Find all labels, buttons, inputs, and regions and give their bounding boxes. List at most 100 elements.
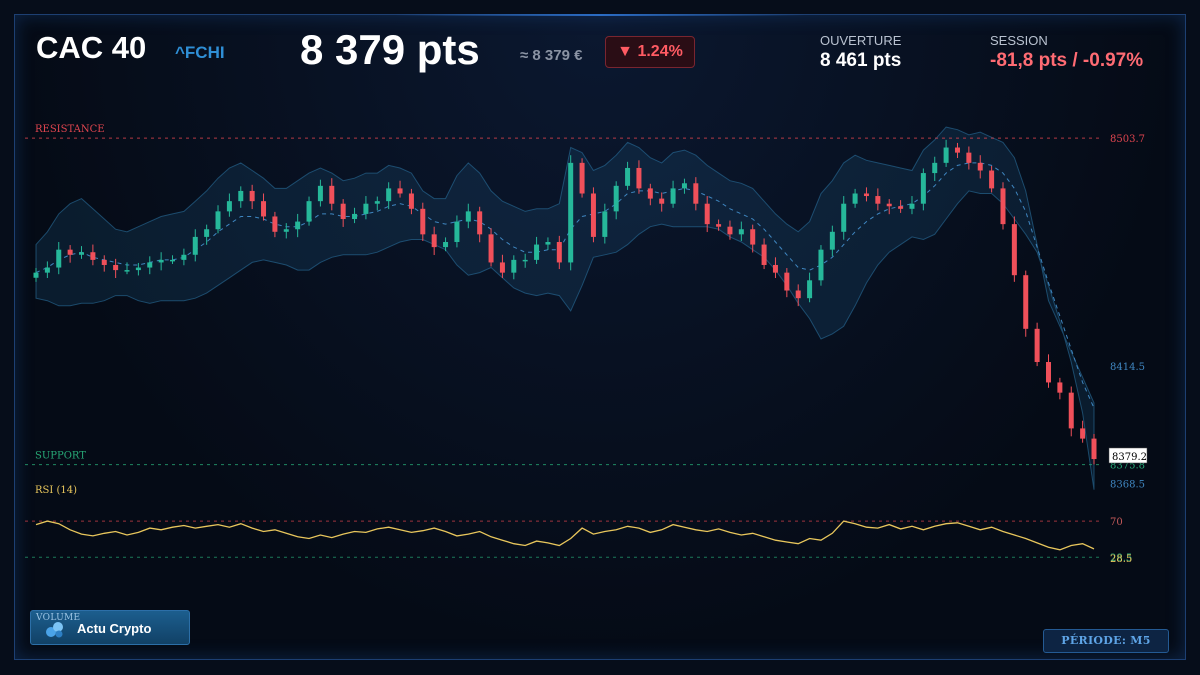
candle-body [317, 185, 323, 202]
candle-body [477, 211, 483, 235]
candle-body [124, 270, 130, 272]
band-mid-value: 8414.5 [1110, 362, 1145, 373]
candle-body [659, 198, 665, 204]
candle-body [613, 185, 619, 212]
candle-body [1034, 328, 1040, 363]
candle-body [602, 211, 608, 237]
candle-body [681, 183, 687, 189]
candle-body [761, 244, 767, 265]
bollinger-band [35, 126, 1095, 490]
candle-body [841, 203, 847, 232]
candle-body [431, 234, 437, 248]
rsi-overbought-value: 70 [1110, 517, 1123, 528]
candle-body [989, 170, 995, 189]
candle-body [852, 193, 858, 204]
candle-body [295, 221, 301, 230]
candle-body [795, 290, 801, 299]
candle-body [716, 224, 722, 227]
candle-body [283, 229, 289, 232]
candle-body [522, 259, 528, 262]
candle-body [829, 231, 835, 250]
actu-crypto-label: Actu Crypto [77, 621, 152, 636]
resistance-value: 8503.7 [1110, 134, 1145, 145]
rsi-line [35, 520, 1095, 551]
candle-body [534, 244, 540, 260]
crypto-icon [45, 620, 65, 640]
candle-body [1011, 224, 1017, 276]
candle-body [215, 211, 221, 230]
candle-body [1023, 275, 1029, 329]
candle-body [408, 193, 414, 209]
candle-body [1091, 438, 1097, 460]
candle-body [590, 193, 596, 237]
candle-body [579, 162, 585, 194]
candle-body [374, 201, 380, 204]
candle-body [875, 196, 881, 204]
candle-body [44, 267, 50, 273]
candle-body [397, 188, 403, 194]
candle-body [647, 188, 653, 199]
period-button[interactable]: PÉRIODE: M5 [1043, 629, 1169, 653]
candle-body [204, 229, 210, 237]
candle [590, 187, 596, 243]
candle-body [545, 242, 551, 245]
candle [1045, 354, 1051, 388]
candle [1034, 322, 1040, 367]
candle-body [556, 242, 562, 263]
candle-body [943, 147, 949, 163]
candle-body [101, 259, 107, 265]
candle-body [977, 162, 983, 171]
candle-body [1057, 382, 1063, 393]
candle-body [158, 259, 164, 263]
candle-body [670, 188, 676, 204]
candle-body [192, 236, 198, 255]
candle [579, 158, 585, 198]
candle-body [750, 229, 756, 245]
candle-body [772, 264, 778, 273]
candle-body [886, 203, 892, 207]
candle-body [261, 201, 267, 217]
candle-body [56, 249, 62, 268]
candle-body [420, 208, 426, 235]
candle-body [170, 259, 176, 262]
candle-body [135, 267, 141, 271]
candle-body [443, 242, 449, 248]
candle-body [499, 262, 505, 273]
candle [1068, 386, 1074, 437]
candle-body [113, 264, 119, 271]
band-lower-value: 8368.5 [1110, 479, 1145, 490]
candle-body [90, 252, 96, 260]
candle-body [340, 203, 346, 220]
candle-body [33, 272, 39, 278]
candle [1000, 182, 1006, 230]
candle-body [226, 201, 232, 212]
candle-body [704, 203, 710, 225]
candle-body [784, 272, 790, 291]
candle-body [1080, 428, 1086, 439]
candle-body [511, 259, 517, 273]
candle-body [79, 252, 85, 255]
candle-body [238, 190, 244, 202]
candle-body [363, 203, 369, 214]
actu-crypto-button[interactable]: VOLUME Actu Crypto [30, 610, 190, 645]
candle-body [636, 167, 642, 189]
candle-body [147, 262, 153, 268]
candle [1011, 216, 1017, 282]
candle-body [693, 183, 699, 204]
candle-body [920, 173, 926, 204]
candle [1057, 377, 1063, 400]
candle-body [488, 234, 494, 263]
candle-body [932, 162, 938, 174]
candle-body [352, 213, 358, 220]
candle-body [818, 249, 824, 281]
last-price-value: 8379.2 [1112, 452, 1147, 463]
candle-body [249, 190, 255, 202]
support-label: SUPPORT [35, 451, 86, 462]
candle-body [67, 249, 73, 255]
candle-body [954, 147, 960, 153]
candle-body [181, 254, 187, 260]
candle-body [272, 216, 278, 232]
candle [1023, 270, 1029, 337]
candle-body [1000, 188, 1006, 225]
candle-body [727, 226, 733, 235]
